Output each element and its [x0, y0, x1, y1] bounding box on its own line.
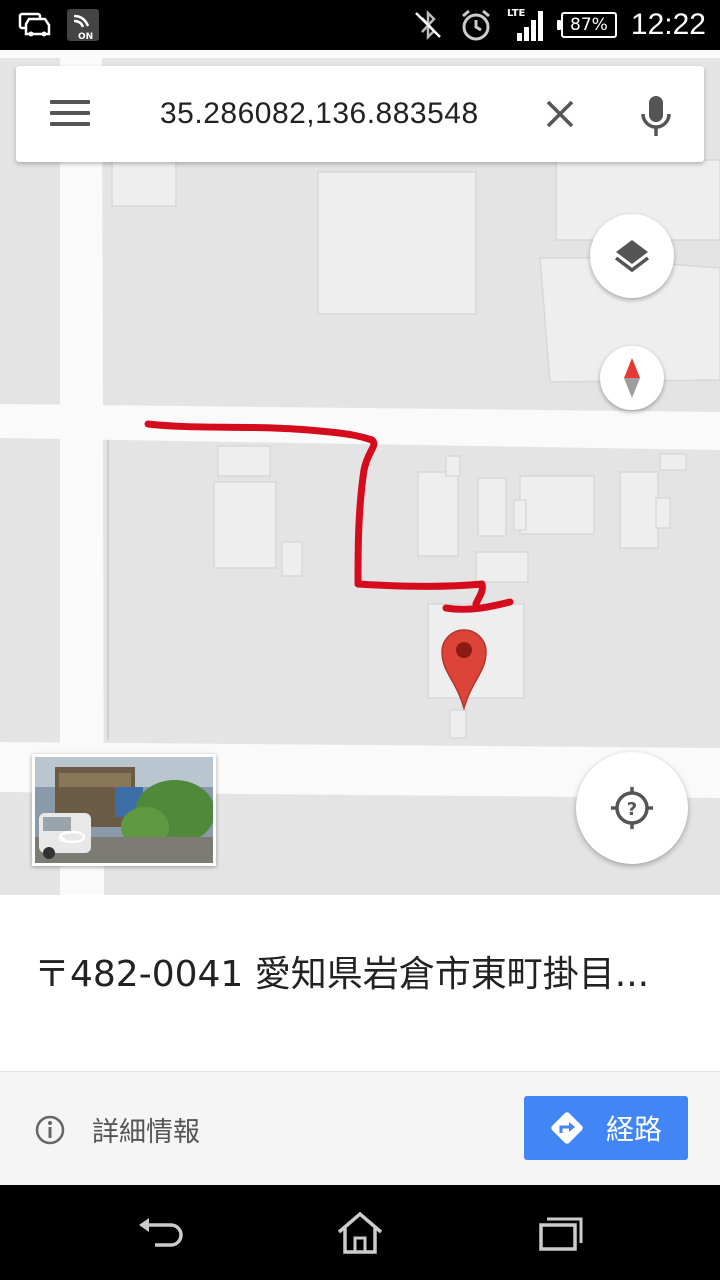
car-notification-icon [18, 8, 52, 42]
signal-icon: LTE [507, 8, 547, 42]
alarm-icon [459, 8, 493, 42]
battery-icon: 87% [556, 12, 617, 38]
clock: 12:22 [630, 8, 706, 41]
place-address: 〒482-0041 愛知県岩倉市東町掛目... [34, 954, 650, 995]
nfc-on-icon: ON [66, 8, 100, 42]
search-bar: 35.286082,136.883548 [16, 66, 704, 162]
compass-icon [624, 358, 640, 398]
details-label: 詳細情報 [92, 1117, 200, 1148]
svg-text:LTE: LTE [507, 8, 526, 19]
svg-text:?: ? [627, 799, 637, 820]
my-location-button[interactable]: ? [576, 752, 688, 864]
recents-icon[interactable] [530, 1203, 590, 1263]
directions-button[interactable]: 経路 [524, 1096, 688, 1160]
back-icon[interactable] [130, 1203, 190, 1263]
street-view-thumbnail[interactable] [32, 754, 216, 866]
place-sheet[interactable]: 〒482-0041 愛知県岩倉市東町掛目... 詳細情報 経路 [0, 895, 720, 1185]
battery-percent: 87% [570, 15, 608, 35]
details-button[interactable]: 詳細情報 [34, 1110, 200, 1149]
info-icon [35, 1115, 65, 1144]
rotate-360-icon [58, 830, 86, 844]
close-icon[interactable] [540, 94, 580, 134]
status-bar: ON LTE 87% 12:22 [0, 0, 720, 50]
search-input[interactable]: 35.286082,136.883548 [160, 92, 520, 136]
layers-icon [614, 240, 650, 273]
directions-icon [551, 1112, 583, 1144]
home-icon[interactable] [330, 1203, 390, 1263]
directions-label: 経路 [605, 1113, 662, 1146]
system-nav-bar [0, 1185, 720, 1280]
layers-button[interactable] [590, 214, 674, 298]
microphone-icon[interactable] [638, 94, 674, 138]
bluetooth-off-icon [411, 8, 445, 42]
location-unknown-icon: ? [611, 787, 653, 829]
compass-button[interactable] [600, 346, 664, 410]
place-actions: 詳細情報 経路 [0, 1072, 720, 1185]
svg-text:ON: ON [78, 32, 93, 42]
menu-icon[interactable] [50, 100, 90, 130]
